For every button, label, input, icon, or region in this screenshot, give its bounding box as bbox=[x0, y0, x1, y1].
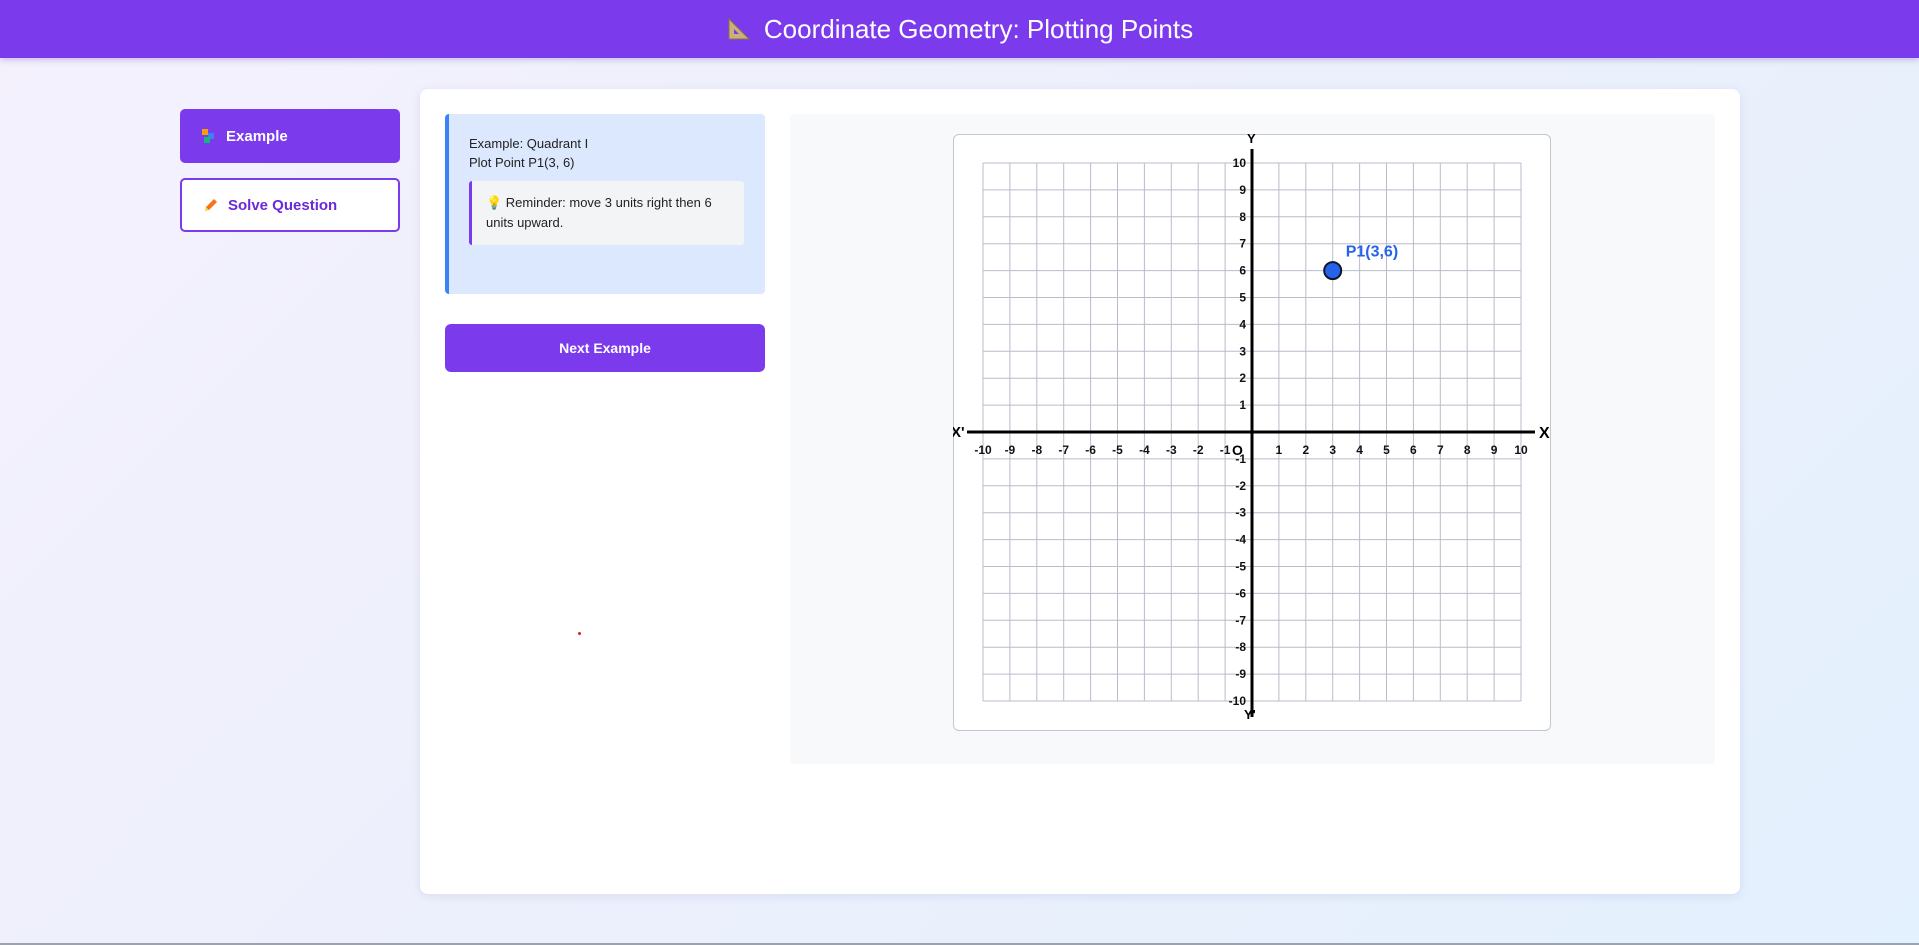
y-tick-label: 9 bbox=[1239, 182, 1246, 196]
x-tick-label: 4 bbox=[1356, 443, 1363, 457]
y-tick-label: -7 bbox=[1235, 613, 1246, 627]
y-tick-label: -4 bbox=[1235, 532, 1246, 546]
example-instruction: Plot Point P1(3, 6) bbox=[469, 155, 575, 170]
y-tick-label: -9 bbox=[1235, 667, 1246, 681]
y-tick-label: -3 bbox=[1235, 505, 1246, 519]
x-tick-label: -8 bbox=[1031, 443, 1042, 457]
x-tick-label: 10 bbox=[1514, 443, 1528, 457]
x-tick-label: -4 bbox=[1139, 443, 1150, 457]
y-tick-label: -2 bbox=[1235, 478, 1246, 492]
y-tick-label: 6 bbox=[1239, 263, 1246, 277]
triangle-ruler-icon bbox=[726, 16, 752, 42]
y-tick-label: 1 bbox=[1239, 398, 1246, 412]
x-tick-label: -9 bbox=[1004, 443, 1015, 457]
cursor-dot bbox=[578, 632, 581, 635]
solve-question-button[interactable]: Solve Question bbox=[180, 178, 400, 232]
y-tick-label: 3 bbox=[1239, 344, 1246, 358]
x-axis-negative-label: X' bbox=[953, 424, 965, 441]
point-label: P1(3,6) bbox=[1345, 243, 1397, 260]
solve-question-label: Solve Question bbox=[228, 196, 338, 214]
x-tick-label: 6 bbox=[1410, 443, 1417, 457]
x-tick-label: -6 bbox=[1085, 443, 1096, 457]
y-tick-label: 8 bbox=[1239, 209, 1246, 223]
y-axis-label: Y bbox=[1247, 134, 1256, 146]
y-tick-label: -8 bbox=[1235, 640, 1246, 654]
x-tick-label: 7 bbox=[1436, 443, 1443, 457]
x-tick-label: -7 bbox=[1058, 443, 1069, 457]
y-tick-label: 2 bbox=[1239, 371, 1246, 385]
app-header: Coordinate Geometry: Plotting Points bbox=[0, 0, 1919, 58]
y-tick-label: -6 bbox=[1235, 586, 1246, 600]
plotted-point[interactable] bbox=[1322, 260, 1342, 280]
y-tick-label: -10 bbox=[1228, 694, 1246, 708]
graph-area: X X' Y Y' O -10 -9 -8 -7 -6 -5 -4 -3 -2 -1 1 2 3 4 5 6 7 8 9 10-… bbox=[790, 114, 1715, 764]
blocks-icon bbox=[200, 127, 218, 145]
x-tick-label: 5 bbox=[1383, 443, 1390, 457]
x-axis-label: X bbox=[1539, 425, 1550, 442]
y-axis-negative-label: Y' bbox=[1244, 707, 1256, 722]
y-tick-label: 7 bbox=[1239, 236, 1246, 250]
x-tick-label: -1 bbox=[1219, 443, 1230, 457]
y-tick-label: -5 bbox=[1235, 559, 1246, 573]
x-tick-label: 3 bbox=[1329, 443, 1336, 457]
x-tick-label: 2 bbox=[1302, 443, 1309, 457]
example-button[interactable]: Example bbox=[180, 109, 400, 163]
graph-frame: X X' Y Y' O -10 -9 -8 -7 -6 -5 -4 -3 -2 -1 1 2 3 4 5 6 7 8 9 10-… bbox=[953, 134, 1551, 731]
pencil-icon bbox=[202, 196, 220, 214]
x-tick-label: -2 bbox=[1192, 443, 1203, 457]
y-tick-label: 10 bbox=[1232, 156, 1246, 170]
next-example-button[interactable]: Next Example bbox=[445, 324, 765, 372]
y-tick-label: 5 bbox=[1239, 290, 1246, 304]
example-info-box: Example: Quadrant I Plot Point P1(3, 6) … bbox=[445, 114, 765, 294]
coordinate-plane[interactable]: XX'YY'O-10 -9 -8 -7 -6 -5 -4 -3 -2 -1 1 2 3 4 5 6 7 8 9 10-… bbox=[953, 134, 1551, 731]
example-title: Example: Quadrant I bbox=[469, 136, 589, 151]
x-tick-label: 1 bbox=[1275, 443, 1282, 457]
y-tick-label: -1 bbox=[1235, 451, 1246, 465]
x-tick-label: -5 bbox=[1112, 443, 1123, 457]
x-tick-label: 8 bbox=[1463, 443, 1470, 457]
x-tick-label: -10 bbox=[974, 443, 992, 457]
reminder-box: 💡 Reminder: move 3 units right then 6 un… bbox=[469, 181, 744, 245]
x-tick-label: -3 bbox=[1165, 443, 1176, 457]
x-tick-label: 9 bbox=[1490, 443, 1497, 457]
main-card: Example: Quadrant I Plot Point P1(3, 6) … bbox=[420, 89, 1740, 894]
y-tick-label: 4 bbox=[1239, 317, 1246, 331]
page-title: Coordinate Geometry: Plotting Points bbox=[763, 13, 1194, 44]
example-button-label: Example bbox=[226, 127, 288, 145]
